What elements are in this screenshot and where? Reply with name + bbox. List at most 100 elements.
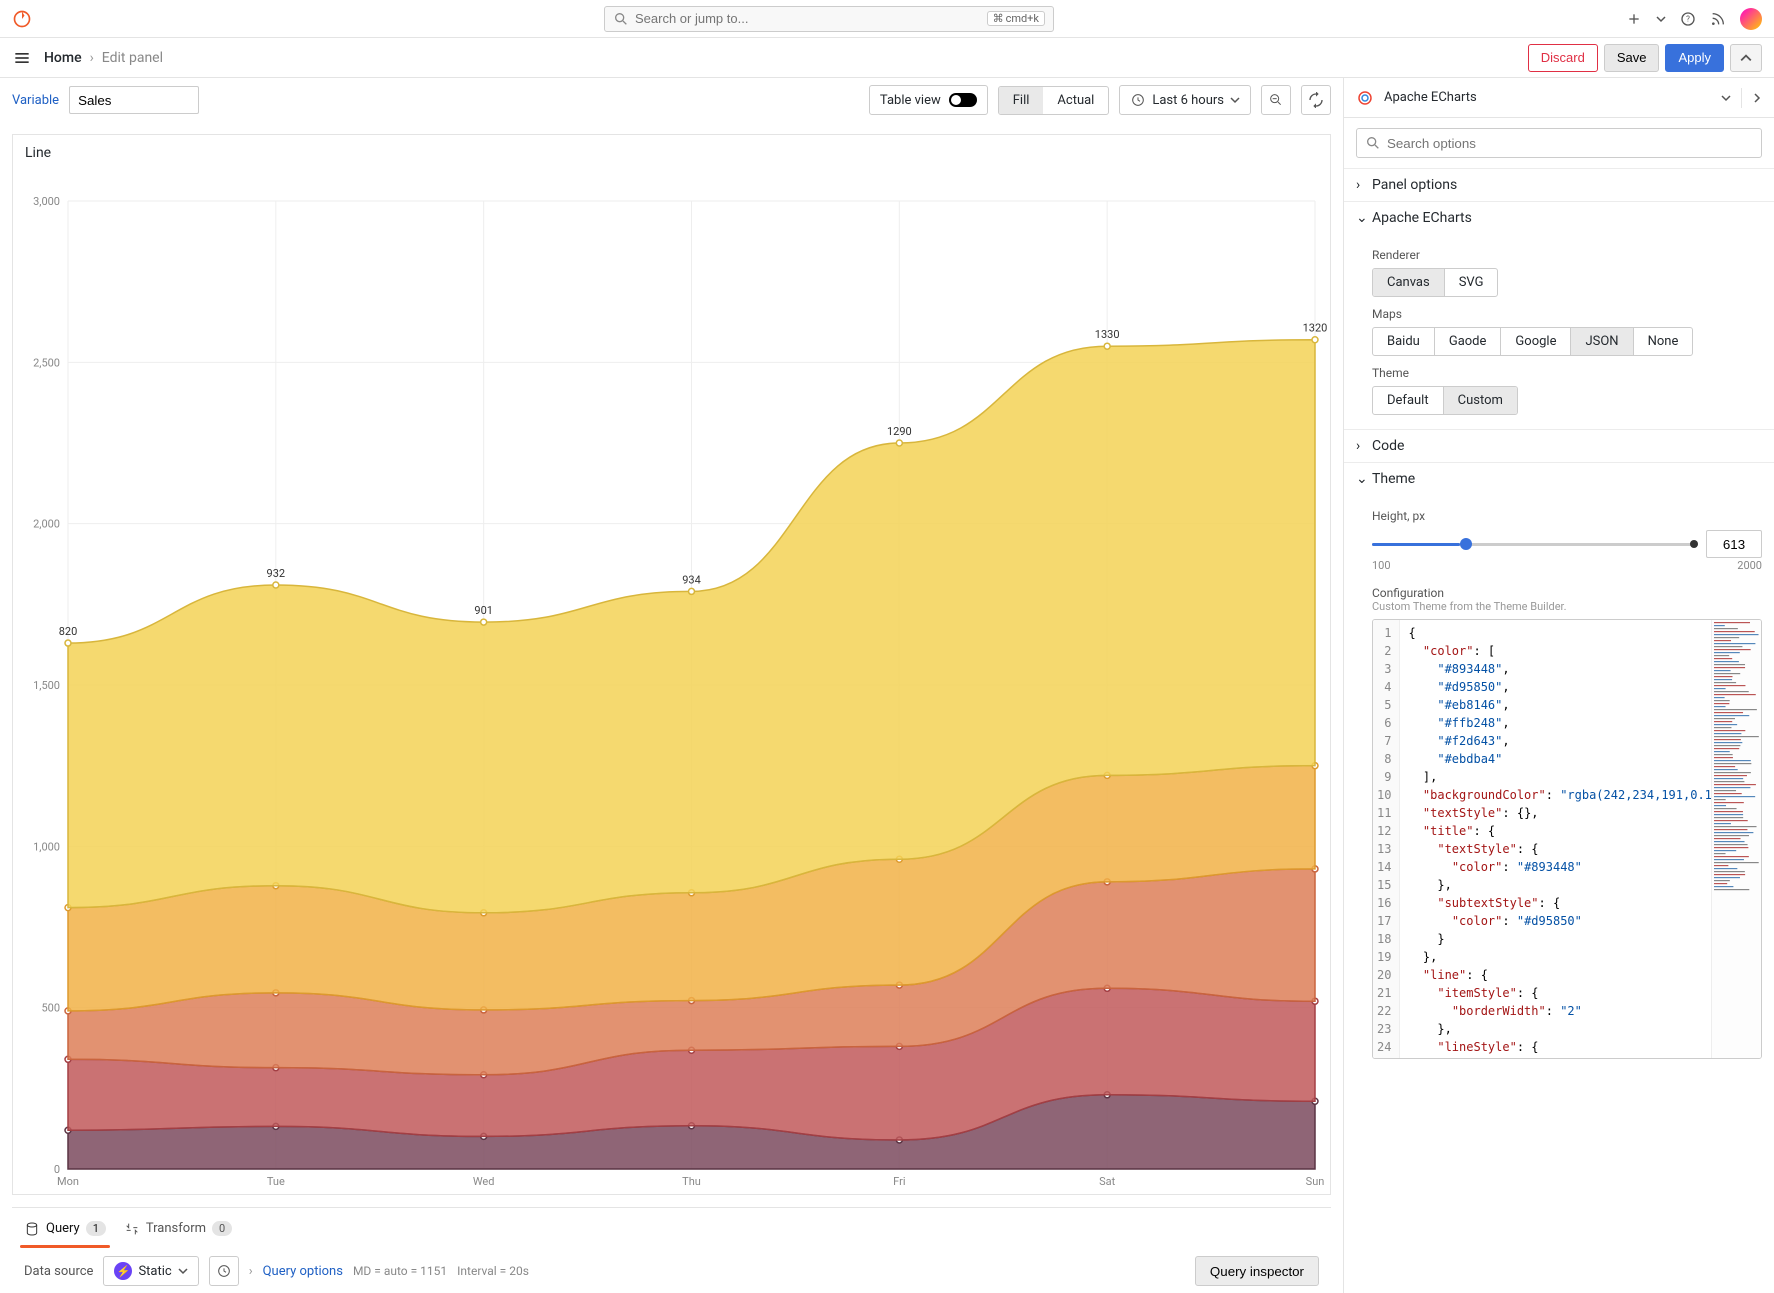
user-avatar[interactable] (1740, 8, 1762, 30)
theme-label: Theme (1372, 366, 1762, 380)
chevron-down-icon (178, 1266, 188, 1276)
svg-text:1320: 1320 (1303, 322, 1328, 335)
config-editor[interactable]: 1234567891011121314151617181920212223242… (1372, 619, 1762, 1059)
transform-count-badge: 0 (212, 1221, 232, 1236)
section-code[interactable]: › Code (1344, 430, 1774, 462)
section-apache-echarts[interactable]: ⌄ Apache ECharts (1344, 202, 1774, 234)
plugin-icon (1356, 89, 1374, 107)
height-max: 2000 (1737, 559, 1762, 572)
breadcrumb-current: Edit panel (102, 50, 163, 66)
apply-button[interactable]: Apply (1665, 44, 1724, 72)
data-source-select[interactable]: ⚡ Static (103, 1256, 198, 1286)
theme-default[interactable]: Default (1373, 387, 1444, 414)
svg-text:Fri: Fri (893, 1175, 905, 1188)
kbd-hint: ⌘cmd+k (987, 11, 1045, 26)
renderer-svg[interactable]: SVG (1445, 269, 1498, 296)
variable-label: Variable (12, 93, 59, 108)
theme-custom[interactable]: Custom (1444, 387, 1517, 414)
chevron-down-icon: ⌄ (1356, 471, 1366, 487)
maps-json[interactable]: JSON (1571, 328, 1633, 355)
svg-text:3,000: 3,000 (33, 195, 60, 208)
chevron-down-icon (1230, 95, 1240, 105)
chevron-down-icon[interactable] (1656, 14, 1666, 24)
panel-card: Line 05001,0001,5002,0002,5003,000MonTue… (12, 134, 1331, 1195)
query-inspector-button[interactable]: Query inspector (1195, 1256, 1319, 1286)
svg-text:500: 500 (41, 1002, 60, 1015)
renderer-canvas[interactable]: Canvas (1373, 269, 1445, 296)
search-icon (1365, 135, 1381, 151)
height-label: Height, px (1372, 509, 1762, 523)
tab-query[interactable]: Query 1 (24, 1211, 106, 1247)
svg-text:?: ? (1686, 14, 1690, 23)
options-search[interactable] (1356, 128, 1762, 158)
svg-text:Tue: Tue (267, 1175, 285, 1188)
chevron-right-icon: › (1356, 438, 1366, 454)
height-input[interactable] (1706, 530, 1762, 558)
data-source-label: Data source (24, 1264, 93, 1279)
transform-icon (124, 1221, 140, 1237)
svg-text:901: 901 (474, 604, 493, 617)
svg-text:1330: 1330 (1095, 328, 1120, 341)
datasource-icon: ⚡ (114, 1262, 132, 1280)
maps-label: Maps (1372, 307, 1762, 321)
search-icon (613, 11, 629, 27)
query-count-badge: 1 (86, 1221, 106, 1236)
svg-text:Sat: Sat (1099, 1175, 1116, 1188)
svg-text:Sun: Sun (1306, 1175, 1325, 1188)
chevron-right-icon[interactable] (1752, 93, 1762, 103)
save-button[interactable]: Save (1604, 44, 1660, 72)
table-view-toggle[interactable]: Table view (869, 85, 988, 115)
tab-transform[interactable]: Transform 0 (124, 1211, 232, 1247)
zoom-out-button[interactable] (1261, 85, 1291, 115)
query-interval: Interval = 20s (457, 1264, 529, 1278)
database-icon (24, 1221, 40, 1237)
breadcrumb: Home › Edit panel (44, 50, 163, 66)
options-search-input[interactable] (1387, 136, 1753, 151)
clock-icon (1130, 92, 1146, 108)
time-range-picker[interactable]: Last 6 hours (1119, 85, 1251, 115)
config-label: Configuration (1372, 586, 1762, 600)
maps-baidu[interactable]: Baidu (1373, 328, 1435, 355)
maps-none[interactable]: None (1634, 328, 1693, 355)
chevron-right-icon: › (1356, 177, 1366, 193)
renderer-group: Canvas SVG (1372, 268, 1498, 297)
maps-group: Baidu Gaode Google JSON None (1372, 327, 1693, 356)
add-menu[interactable] (1626, 11, 1642, 27)
grafana-logo-icon[interactable] (12, 9, 32, 29)
minimap[interactable] (1711, 620, 1761, 1058)
section-panel-options[interactable]: › Panel options (1344, 169, 1774, 201)
refresh-button[interactable] (1301, 85, 1331, 115)
svg-text:Thu: Thu (682, 1175, 701, 1188)
panel-title: Line (13, 135, 1330, 171)
menu-toggle-icon[interactable] (12, 48, 32, 68)
collapse-panel-icon[interactable] (1730, 44, 1762, 72)
chevron-right-icon: › (249, 1264, 253, 1279)
chevron-down-icon: ⌄ (1356, 210, 1366, 226)
svg-text:2,000: 2,000 (33, 518, 60, 531)
plugin-name: Apache ECharts (1384, 90, 1711, 105)
global-search[interactable]: ⌘cmd+k (604, 6, 1054, 32)
datasource-help-button[interactable] (209, 1256, 239, 1286)
chart[interactable]: 05001,0001,5002,0002,5003,000MonTueWedTh… (13, 171, 1330, 1194)
config-desc: Custom Theme from the Theme Builder. (1372, 600, 1762, 613)
maps-google[interactable]: Google (1501, 328, 1571, 355)
global-search-input[interactable] (635, 11, 981, 26)
query-options-link[interactable]: Query options (263, 1264, 343, 1279)
height-slider[interactable] (1372, 529, 1698, 559)
rss-icon[interactable] (1710, 11, 1726, 27)
maps-gaode[interactable]: Gaode (1435, 328, 1502, 355)
actual-toggle[interactable]: Actual (1043, 87, 1108, 114)
svg-text:Mon: Mon (57, 1175, 79, 1188)
svg-text:1290: 1290 (887, 425, 912, 438)
help-icon[interactable]: ? (1680, 11, 1696, 27)
section-theme[interactable]: ⌄ Theme (1344, 463, 1774, 495)
chevron-down-icon[interactable] (1721, 93, 1731, 103)
fill-toggle[interactable]: Fill (999, 87, 1044, 114)
svg-text:932: 932 (267, 567, 286, 580)
breadcrumb-home[interactable]: Home (44, 50, 82, 66)
svg-text:2,500: 2,500 (33, 356, 60, 369)
discard-button[interactable]: Discard (1528, 44, 1598, 72)
switch-icon[interactable] (949, 93, 977, 107)
variable-input[interactable] (69, 86, 199, 114)
svg-text:820: 820 (59, 625, 78, 638)
